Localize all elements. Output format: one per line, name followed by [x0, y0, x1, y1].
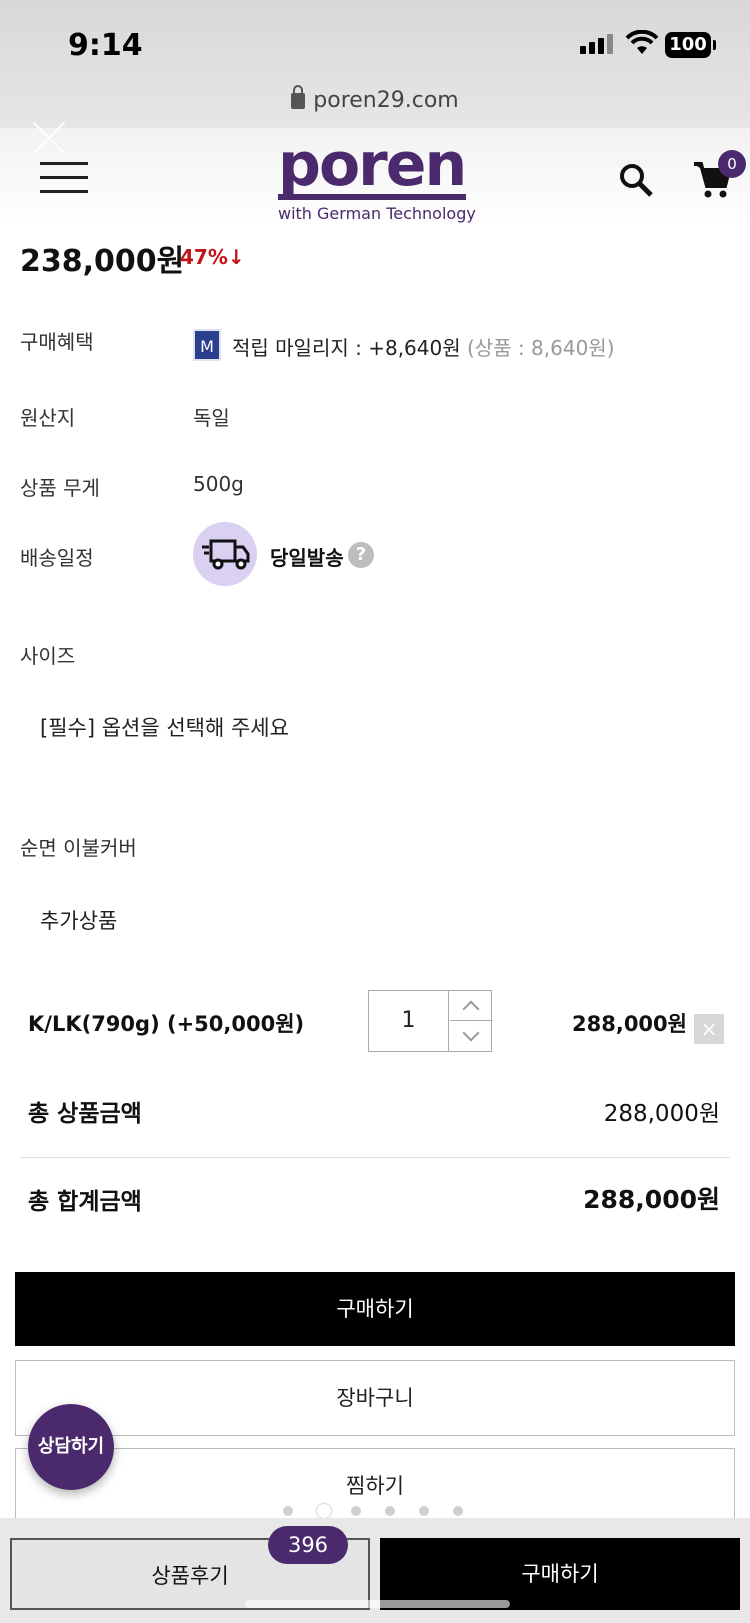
address-bar[interactable]: poren29.com — [0, 85, 750, 113]
review-count-badge: 396 — [268, 1526, 348, 1564]
cover-select[interactable]: 추가상품 — [40, 905, 117, 935]
help-icon[interactable]: ? — [348, 542, 374, 568]
site-logo[interactable]: poren with German Technology — [278, 130, 478, 223]
origin-label: 원산지 — [20, 406, 76, 430]
logo-wordmark: poren — [278, 130, 467, 200]
mileage-text: 적립 마일리지 : +8,640원 — [232, 336, 461, 360]
pagination-dot — [419, 1506, 429, 1516]
pagination-dots — [283, 1503, 483, 1519]
add-to-cart-button[interactable]: 장바구니 — [15, 1360, 735, 1436]
mileage-info: 적립 마일리지 : +8,640원 (상품 : 8,640원) — [232, 332, 615, 361]
truck-icon — [202, 539, 250, 570]
selected-option-name: K/LK(790g) (+50,000원) — [28, 1012, 305, 1036]
search-icon[interactable] — [618, 162, 654, 198]
pagination-dot — [385, 1506, 395, 1516]
wifi-icon — [625, 30, 659, 54]
benefit-label: 구매혜택 — [20, 330, 94, 354]
grand-total-label: 총 합계금액 — [28, 1189, 142, 1215]
selected-option-price: 288,000원 — [572, 1012, 687, 1036]
mileage-detail: (상품 : 8,640원) — [466, 336, 615, 360]
pagination-dot-active — [317, 1504, 331, 1518]
shipping-label: 배송일정 — [20, 546, 94, 570]
size-label: 사이즈 — [20, 644, 76, 668]
home-indicator[interactable] — [245, 1600, 510, 1608]
pagination-dot — [283, 1506, 293, 1516]
product-price: 238,000원 — [20, 244, 185, 279]
quantity-stepper[interactable]: 1 — [368, 990, 492, 1052]
lock-icon — [291, 85, 306, 109]
quantity-value[interactable]: 1 — [369, 991, 449, 1051]
buy-button[interactable]: 구매하기 — [15, 1272, 735, 1346]
battery-icon: 100 — [665, 32, 716, 58]
mileage-icon: M — [193, 329, 221, 361]
close-icon[interactable] — [30, 118, 68, 156]
weight-label: 상품 무게 — [20, 476, 100, 500]
status-time: 9:14 — [68, 28, 143, 63]
cover-label: 순면 이불커버 — [20, 836, 137, 860]
cart-count-badge: 0 — [718, 150, 746, 178]
product-total-label: 총 상품금액 — [28, 1101, 142, 1127]
pagination-dot — [453, 1506, 463, 1516]
grand-total-value: 288,000원 — [583, 1185, 720, 1214]
signal-icon — [580, 34, 613, 54]
divider — [20, 1157, 730, 1158]
discount-badge: 47%↓ — [180, 245, 245, 269]
remove-option-icon[interactable]: × — [694, 1014, 724, 1044]
quantity-down-icon[interactable] — [450, 1021, 492, 1051]
size-select[interactable]: [필수] 옵션을 선택해 주세요 — [40, 712, 289, 742]
url-text: poren29.com — [313, 88, 459, 113]
product-total-value: 288,000원 — [603, 1101, 720, 1127]
menu-icon[interactable] — [40, 160, 88, 196]
pagination-dot — [351, 1506, 361, 1516]
quantity-up-icon[interactable] — [450, 991, 492, 1021]
shipping-value: 당일발송 — [270, 546, 344, 570]
weight-value: 500g — [193, 472, 244, 496]
consult-button[interactable]: 상담하기 — [28, 1404, 114, 1490]
logo-tagline: with German Technology — [278, 204, 476, 223]
origin-value: 독일 — [193, 406, 230, 430]
